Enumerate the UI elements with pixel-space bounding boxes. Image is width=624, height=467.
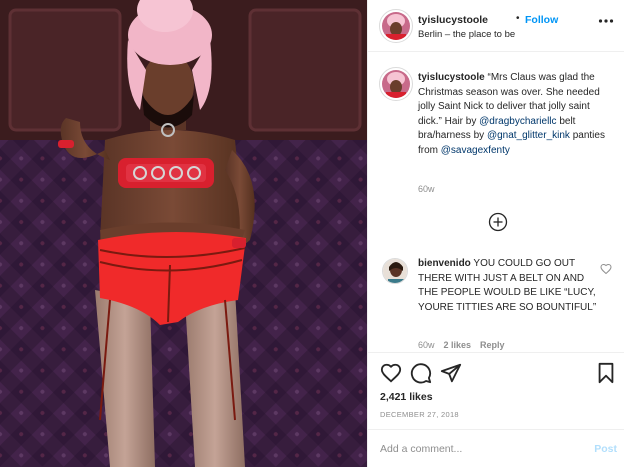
mention-link[interactable]: @savagexfenty [441,145,510,156]
comment-likes-link[interactable]: 2 likes [444,340,472,350]
caption-timestamp[interactable]: 60w [418,184,435,194]
heart-icon[interactable] [380,362,402,384]
comment-input[interactable] [380,440,580,458]
follow-button[interactable]: Follow [525,14,558,26]
location-link[interactable]: Berlin – the place to be [418,29,515,40]
comment-timestamp[interactable]: 60w [418,340,435,350]
caption-username[interactable]: tyislucystoole [418,72,485,83]
commenter-username[interactable]: bienvenido [418,258,471,269]
comment-like-heart-icon[interactable] [600,263,612,275]
post-actions: 2,421 likes DECEMBER 27, 2018 [368,352,624,432]
share-icon[interactable] [440,362,462,384]
comment-icon[interactable] [410,362,432,384]
reply-button[interactable]: Reply [480,340,505,350]
avatar[interactable] [382,12,410,40]
post-date[interactable]: DECEMBER 27, 2018 [380,410,459,419]
add-comment-bar: Post [368,429,624,467]
separator-dot: • [516,13,520,24]
post-photo[interactable] [0,0,367,467]
post-caption: tyislucystoole “Mrs Claus was glad the C… [418,71,614,159]
mention-link[interactable]: @gnat_glitter_kink [487,130,570,141]
commenter-avatar[interactable] [382,258,408,284]
plus-circle-icon[interactable] [488,212,508,232]
caption-avatar-image [382,70,410,98]
mention-link[interactable]: @dragbychariellc [479,116,556,127]
comment-meta: 60w 2 likes Reply [418,340,505,350]
instagram-post: tyislucystoole • Follow Berlin – the pla… [0,0,624,467]
caption-avatar[interactable] [382,70,410,98]
avatar-image [382,12,410,40]
comment-body: bienvenido YOU COULD GO OUT THERE WITH J… [418,257,598,315]
post-image [0,0,367,467]
post-header: tyislucystoole • Follow Berlin – the pla… [368,0,624,52]
post-button[interactable]: Post [594,443,617,455]
likes-count[interactable]: 2,421 likes [380,391,433,403]
more-horizontal-icon[interactable] [597,12,615,30]
post-side-panel: tyislucystoole • Follow Berlin – the pla… [367,0,624,467]
header-username[interactable]: tyislucystoole [418,14,488,26]
commenter-avatar-image [383,259,407,283]
bookmark-icon[interactable] [595,362,617,384]
